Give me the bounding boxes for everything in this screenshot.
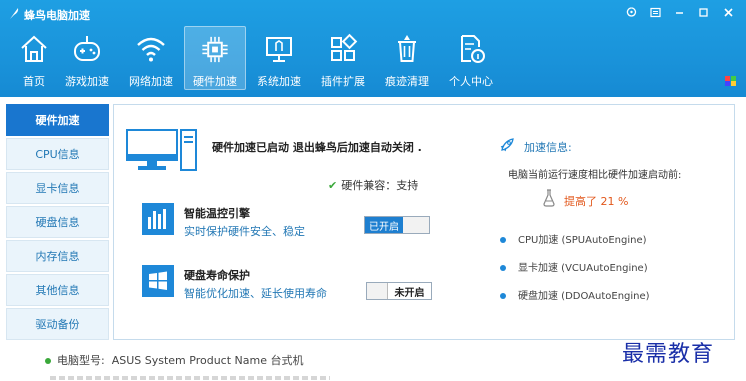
sidebar-item-hardware-accel[interactable]: 硬件加速 bbox=[6, 104, 109, 136]
nav-item-hardware-accel[interactable]: 硬件加速 bbox=[184, 26, 246, 90]
sidebar-item-disk-info[interactable]: 硬盘信息 bbox=[6, 206, 109, 238]
disk-life-toggle[interactable]: 未开启 bbox=[366, 282, 432, 300]
sidebar-item-other-info[interactable]: 其他信息 bbox=[6, 274, 109, 306]
nav-label: 个人中心 bbox=[449, 75, 493, 88]
toggle-on-label: 已开启 bbox=[365, 217, 403, 233]
engine-label: 显卡加速 (VCUAutoEngine) bbox=[518, 263, 648, 274]
computer-icon bbox=[126, 129, 197, 171]
skin-icon[interactable] bbox=[620, 3, 642, 21]
compat-text: 硬件兼容：支持 bbox=[341, 179, 419, 192]
nav-item-plugins[interactable]: 插件扩展 bbox=[312, 26, 374, 90]
engine-label: CPU加速 (SPUAutoEngine) bbox=[518, 235, 647, 246]
rocket-icon bbox=[500, 138, 514, 152]
engine-label: 硬盘加速 (DDOAutoEngine) bbox=[518, 291, 650, 302]
nav-label: 系统加速 bbox=[257, 75, 301, 88]
computer-model: 电脑型号: ASUS System Product Name 台式机 bbox=[45, 352, 303, 368]
bullet-dot bbox=[500, 265, 506, 271]
model-label: 电脑型号: bbox=[57, 354, 105, 367]
status-dot bbox=[45, 358, 51, 364]
feature-desc: 实时保护硬件安全、稳定 bbox=[184, 225, 305, 238]
app-title: 蜂鸟电脑加速 bbox=[24, 9, 90, 22]
nav-item-game-accel[interactable]: 游戏加速 bbox=[56, 26, 118, 90]
cropped-text-line bbox=[50, 376, 330, 380]
nav-label: 硬件加速 bbox=[193, 75, 237, 88]
gamepad-icon bbox=[74, 36, 100, 61]
nav-label: 痕迹清理 bbox=[385, 75, 429, 88]
hardware-compat: ✔ 硬件兼容：支持 bbox=[328, 177, 418, 193]
engine-item: 硬盘加速 (DDOAutoEngine) bbox=[500, 287, 650, 302]
accel-info-desc: 电脑当前运行速度相比硬件加速启动前: bbox=[508, 170, 682, 181]
nav-label: 首页 bbox=[23, 75, 45, 88]
accel-result: 提高了 21 % bbox=[564, 195, 629, 208]
feature-title: 智能温控引擎 bbox=[184, 207, 250, 220]
sidebar-item-cpu-info[interactable]: CPU信息 bbox=[6, 138, 109, 170]
color-palette-icon[interactable] bbox=[725, 76, 736, 86]
trash-icon bbox=[398, 35, 416, 62]
windows-icon bbox=[142, 265, 174, 297]
nav-item-trace-clean[interactable]: 痕迹清理 bbox=[376, 26, 438, 90]
maximize-icon[interactable] bbox=[692, 3, 714, 21]
nav-item-home[interactable]: 首页 bbox=[14, 26, 54, 90]
hardware-accel-panel: 硬件加速已启动 退出蜂鸟后加速自动关闭 . ✔ 硬件兼容：支持 智能温控引擎 实时… bbox=[113, 104, 735, 340]
wifi-icon bbox=[137, 37, 165, 62]
accel-info-heading: 加速信息: bbox=[524, 141, 572, 154]
sidebar-item-memory-info[interactable]: 内存信息 bbox=[6, 240, 109, 272]
flask-icon bbox=[543, 189, 555, 207]
feather-logo-icon bbox=[10, 8, 19, 19]
close-icon[interactable] bbox=[716, 3, 740, 21]
nav-item-personal-center[interactable]: 个人中心 bbox=[440, 26, 502, 90]
bullet-dot bbox=[500, 293, 506, 299]
minimize-icon[interactable] bbox=[668, 3, 690, 21]
sidebar-item-gpu-info[interactable]: 显卡信息 bbox=[6, 172, 109, 204]
feature-title: 硬盘寿命保护 bbox=[184, 269, 250, 282]
model-value: ASUS System Product Name 台式机 bbox=[111, 354, 304, 367]
nav-label: 插件扩展 bbox=[321, 75, 365, 88]
feature-desc: 智能优化加速、延长使用寿命 bbox=[184, 287, 327, 300]
engine-item: 显卡加速 (VCUAutoEngine) bbox=[500, 259, 648, 274]
plugin-icon bbox=[331, 33, 358, 61]
watermark: 最需教育 bbox=[622, 342, 715, 367]
check-icon: ✔ bbox=[328, 179, 338, 192]
nav-item-network-accel[interactable]: 网络加速 bbox=[120, 26, 182, 90]
chip-icon bbox=[202, 36, 228, 63]
engine-item: CPU加速 (SPUAutoEngine) bbox=[500, 231, 647, 246]
user-doc-icon bbox=[461, 35, 485, 63]
menu-icon[interactable] bbox=[644, 3, 666, 21]
monitor-icon bbox=[266, 37, 292, 62]
title-bar: 蜂鸟电脑加速 首页 游戏加速 网络加速 硬件加速 系统加速 插件扩展 痕迹清理 … bbox=[0, 0, 746, 97]
toggle-off-label: 未开启 bbox=[387, 283, 431, 299]
home-icon bbox=[21, 35, 47, 62]
nav-label: 网络加速 bbox=[129, 75, 173, 88]
nav-label: 游戏加速 bbox=[65, 75, 109, 88]
sidebar: 硬件加速 CPU信息 显卡信息 硬盘信息 内存信息 其他信息 驱动备份 bbox=[6, 104, 109, 342]
app-window: 蜂鸟电脑加速 首页 游戏加速 网络加速 硬件加速 系统加速 插件扩展 痕迹清理 … bbox=[0, 0, 746, 381]
bullet-dot bbox=[500, 237, 506, 243]
nav-item-system-accel[interactable]: 系统加速 bbox=[248, 26, 310, 90]
bar-chart-icon bbox=[142, 203, 174, 235]
thermal-engine-toggle[interactable]: 已开启 bbox=[364, 216, 430, 234]
window-controls bbox=[620, 3, 740, 21]
main-nav: 首页 游戏加速 网络加速 硬件加速 系统加速 插件扩展 痕迹清理 个人中心 bbox=[14, 26, 504, 90]
sidebar-item-driver-backup[interactable]: 驱动备份 bbox=[6, 308, 109, 340]
accel-status-text: 硬件加速已启动 退出蜂鸟后加速自动关闭 . bbox=[212, 141, 422, 154]
